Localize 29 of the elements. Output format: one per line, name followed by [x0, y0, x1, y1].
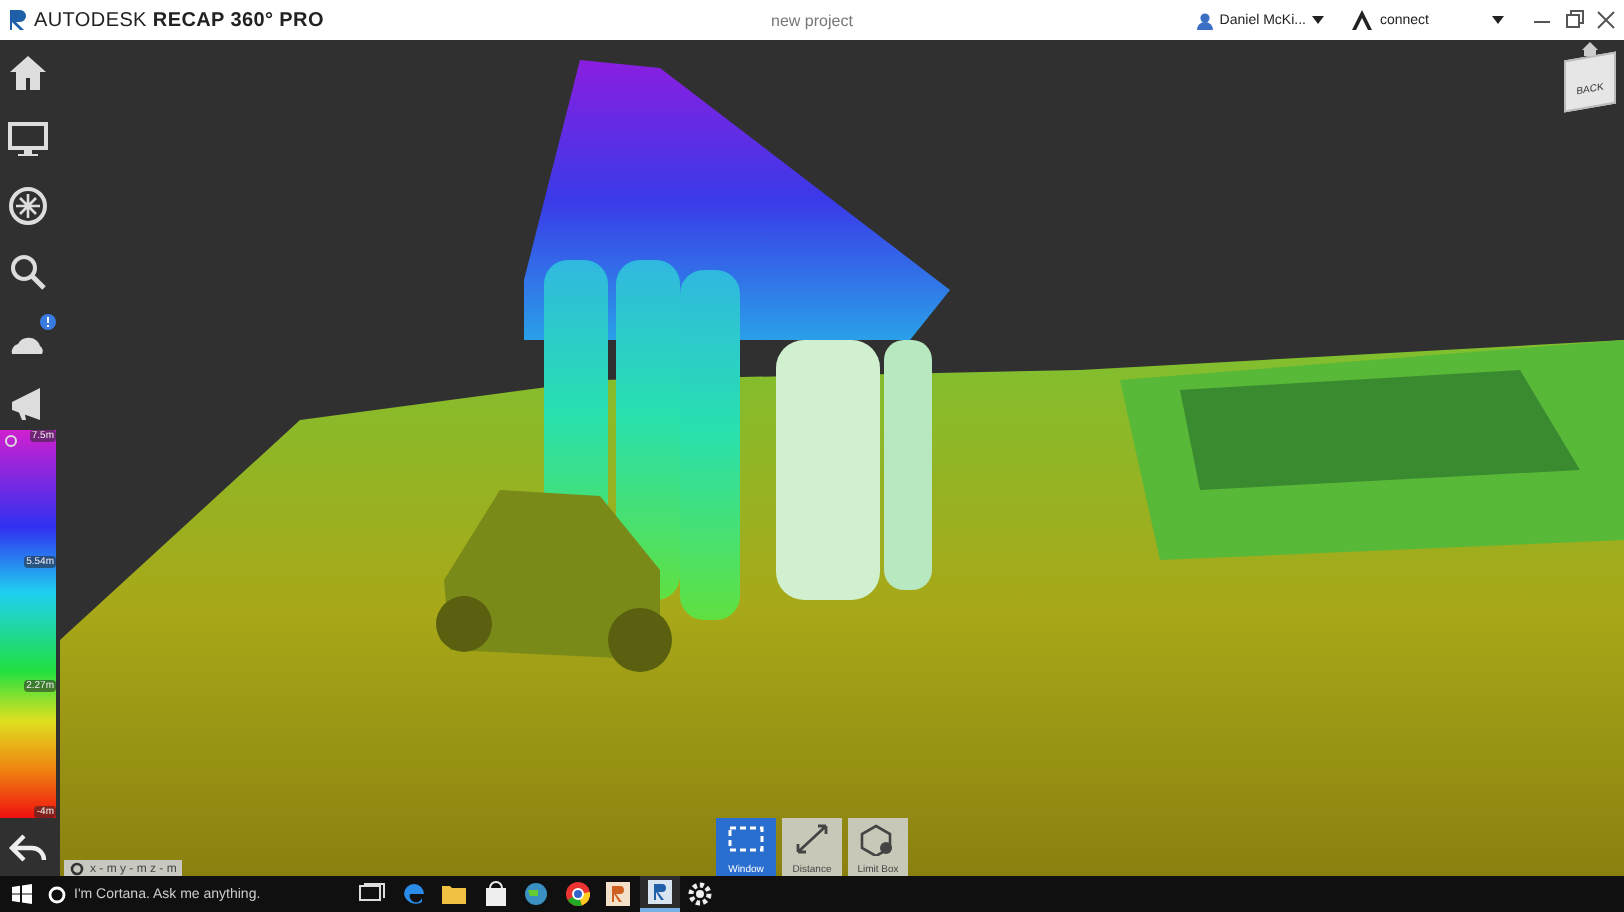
monitor-icon[interactable] — [8, 119, 48, 159]
selection-window-icon — [726, 824, 766, 856]
circle-icon — [48, 885, 66, 903]
a-logo-icon — [1351, 10, 1372, 30]
globe-icon[interactable] — [522, 880, 551, 908]
diagonal-arrow-icon — [792, 824, 832, 856]
home-icon[interactable] — [1582, 42, 1598, 56]
chrome-icon[interactable] — [563, 880, 592, 908]
search-icon[interactable] — [8, 251, 48, 291]
maximize-icon[interactable] — [1563, 10, 1584, 30]
edge-icon[interactable] — [399, 880, 428, 908]
r-logo-icon[interactable] — [604, 880, 633, 908]
windows-start-icon[interactable] — [12, 884, 32, 904]
cube-icon — [858, 824, 898, 856]
shopping-bag-icon[interactable] — [481, 880, 510, 908]
logo-icon — [8, 8, 28, 32]
compass-icon[interactable] — [8, 185, 48, 225]
app-title: AUTODESK RECAP 360° PRO — [34, 9, 324, 31]
back-arrow-icon[interactable] — [8, 834, 48, 862]
caret-icon — [1491, 16, 1504, 24]
home-icon[interactable] — [8, 53, 48, 93]
gear-icon[interactable] — [686, 880, 715, 908]
close-icon[interactable] — [1595, 10, 1616, 30]
target-icon — [70, 862, 84, 876]
user-icon — [1195, 11, 1214, 29]
document-title: new project — [771, 11, 853, 29]
folder-icon[interactable] — [440, 880, 469, 908]
r-logo-icon[interactable] — [645, 878, 674, 906]
caret-icon — [1311, 16, 1324, 24]
